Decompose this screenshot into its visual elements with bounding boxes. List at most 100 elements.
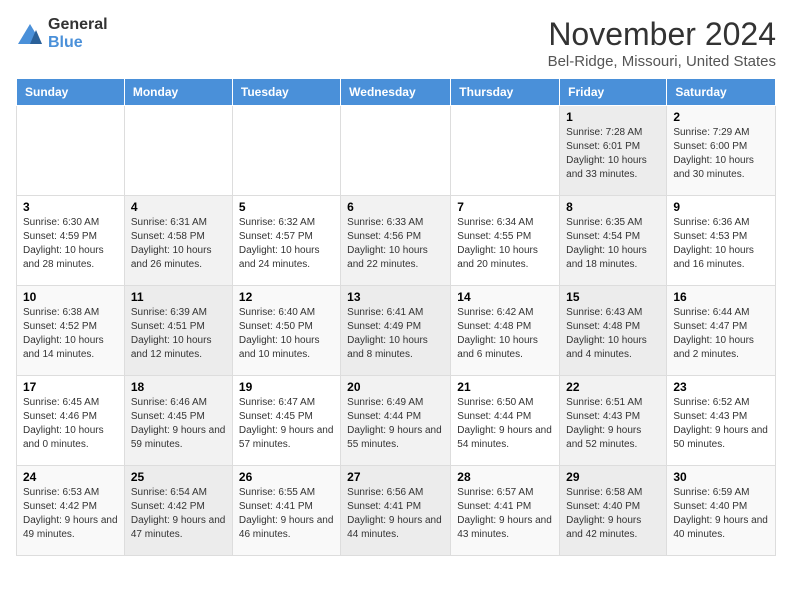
calendar-cell: 4 Sunrise: 6:31 AM Sunset: 4:58 PM Daylig… xyxy=(124,196,232,286)
day-number: 11 xyxy=(131,290,226,304)
day-number: 27 xyxy=(347,470,444,484)
cell-content: Sunrise: 6:51 AM Sunset: 4:43 PM Dayligh… xyxy=(566,396,660,452)
weekday-header-cell: Thursday xyxy=(451,79,560,106)
calendar-cell: 12 Sunrise: 6:40 AM Sunset: 4:50 PM Dayli… xyxy=(232,286,340,376)
calendar-table: SundayMondayTuesdayWednesdayThursdayFrid… xyxy=(16,78,776,556)
day-number: 19 xyxy=(239,380,334,394)
cell-content: Sunrise: 6:49 AM Sunset: 4:44 PM Dayligh… xyxy=(347,396,444,452)
calendar-cell: 8 Sunrise: 6:35 AM Sunset: 4:54 PM Daylig… xyxy=(560,196,667,286)
calendar-cell: 25 Sunrise: 6:54 AM Sunset: 4:42 PM Dayli… xyxy=(124,466,232,556)
cell-content: Sunrise: 6:55 AM Sunset: 4:41 PM Dayligh… xyxy=(239,486,334,542)
cell-content: Sunrise: 6:59 AM Sunset: 4:40 PM Dayligh… xyxy=(673,486,769,542)
cell-content: Sunrise: 6:53 AM Sunset: 4:42 PM Dayligh… xyxy=(23,486,118,542)
calendar-cell: 6 Sunrise: 6:33 AM Sunset: 4:56 PM Daylig… xyxy=(341,196,451,286)
cell-content: Sunrise: 6:45 AM Sunset: 4:46 PM Dayligh… xyxy=(23,396,118,452)
cell-content: Sunrise: 6:46 AM Sunset: 4:45 PM Dayligh… xyxy=(131,396,226,452)
cell-content: Sunrise: 6:41 AM Sunset: 4:49 PM Dayligh… xyxy=(347,306,444,362)
location-title: Bel-Ridge, Missouri, United States xyxy=(548,53,776,70)
day-number: 9 xyxy=(673,200,769,214)
calendar-cell: 14 Sunrise: 6:42 AM Sunset: 4:48 PM Dayli… xyxy=(451,286,560,376)
page-header: General Blue November 2024 Bel-Ridge, Mi… xyxy=(16,16,776,70)
cell-content: Sunrise: 6:52 AM Sunset: 4:43 PM Dayligh… xyxy=(673,396,769,452)
cell-content: Sunrise: 6:40 AM Sunset: 4:50 PM Dayligh… xyxy=(239,306,334,362)
weekday-header-cell: Monday xyxy=(124,79,232,106)
month-title: November 2024 xyxy=(548,16,776,53)
calendar-cell: 26 Sunrise: 6:55 AM Sunset: 4:41 PM Dayli… xyxy=(232,466,340,556)
calendar-cell: 13 Sunrise: 6:41 AM Sunset: 4:49 PM Dayli… xyxy=(341,286,451,376)
cell-content: Sunrise: 7:29 AM Sunset: 6:00 PM Dayligh… xyxy=(673,126,769,182)
day-number: 25 xyxy=(131,470,226,484)
weekday-header-cell: Sunday xyxy=(17,79,125,106)
calendar-cell: 10 Sunrise: 6:38 AM Sunset: 4:52 PM Dayli… xyxy=(17,286,125,376)
day-number: 8 xyxy=(566,200,660,214)
day-number: 24 xyxy=(23,470,118,484)
title-area: November 2024 Bel-Ridge, Missouri, Unite… xyxy=(548,16,776,70)
cell-content: Sunrise: 6:31 AM Sunset: 4:58 PM Dayligh… xyxy=(131,216,226,272)
calendar-cell: 7 Sunrise: 6:34 AM Sunset: 4:55 PM Daylig… xyxy=(451,196,560,286)
calendar-cell: 16Sunrise: 6:44 AM Sunset: 4:47 PM Dayli… xyxy=(667,286,776,376)
calendar-cell: 3Sunrise: 6:30 AM Sunset: 4:59 PM Daylig… xyxy=(17,196,125,286)
day-number: 17 xyxy=(23,380,118,394)
calendar-week-row: 24 Sunrise: 6:53 AM Sunset: 4:42 PM Dayli… xyxy=(17,466,776,556)
calendar-cell: 30 Sunrise: 6:59 AM Sunset: 4:40 PM Dayli… xyxy=(667,466,776,556)
cell-content: Sunrise: 6:58 AM Sunset: 4:40 PM Dayligh… xyxy=(566,486,660,542)
calendar-week-row: 3Sunrise: 6:30 AM Sunset: 4:59 PM Daylig… xyxy=(17,196,776,286)
calendar-cell: 17 Sunrise: 6:45 AM Sunset: 4:46 PM Dayli… xyxy=(17,376,125,466)
weekday-header-cell: Wednesday xyxy=(341,79,451,106)
day-number: 23 xyxy=(673,380,769,394)
cell-content: Sunrise: 6:33 AM Sunset: 4:56 PM Dayligh… xyxy=(347,216,444,272)
logo-general: General xyxy=(48,16,108,33)
day-number: 30 xyxy=(673,470,769,484)
day-number: 14 xyxy=(457,290,553,304)
day-number: 13 xyxy=(347,290,444,304)
cell-content: Sunrise: 6:35 AM Sunset: 4:54 PM Dayligh… xyxy=(566,216,660,272)
weekday-header-cell: Friday xyxy=(560,79,667,106)
cell-content: Sunrise: 6:34 AM Sunset: 4:55 PM Dayligh… xyxy=(457,216,553,272)
day-number: 16 xyxy=(673,290,769,304)
cell-content: Sunrise: 7:28 AM Sunset: 6:01 PM Dayligh… xyxy=(566,126,660,182)
cell-content: Sunrise: 6:32 AM Sunset: 4:57 PM Dayligh… xyxy=(239,216,334,272)
cell-content: Sunrise: 6:56 AM Sunset: 4:41 PM Dayligh… xyxy=(347,486,444,542)
calendar-cell xyxy=(341,106,451,196)
logo-blue: Blue xyxy=(48,34,83,51)
day-number: 26 xyxy=(239,470,334,484)
weekday-header-cell: Saturday xyxy=(667,79,776,106)
generalblue-logo-icon xyxy=(16,22,44,46)
day-number: 7 xyxy=(457,200,553,214)
calendar-cell: 1 Sunrise: 7:28 AM Sunset: 6:01 PM Daylig… xyxy=(560,106,667,196)
calendar-cell xyxy=(232,106,340,196)
day-number: 29 xyxy=(566,470,660,484)
logo: General Blue xyxy=(16,16,108,52)
cell-content: Sunrise: 6:54 AM Sunset: 4:42 PM Dayligh… xyxy=(131,486,226,542)
calendar-cell: 22Sunrise: 6:51 AM Sunset: 4:43 PM Dayli… xyxy=(560,376,667,466)
calendar-cell: 20 Sunrise: 6:49 AM Sunset: 4:44 PM Dayli… xyxy=(341,376,451,466)
cell-content: Sunrise: 6:47 AM Sunset: 4:45 PM Dayligh… xyxy=(239,396,334,452)
day-number: 2 xyxy=(673,110,769,124)
calendar-cell xyxy=(451,106,560,196)
cell-content: Sunrise: 6:50 AM Sunset: 4:44 PM Dayligh… xyxy=(457,396,553,452)
calendar-week-row: 1 Sunrise: 7:28 AM Sunset: 6:01 PM Daylig… xyxy=(17,106,776,196)
calendar-week-row: 17 Sunrise: 6:45 AM Sunset: 4:46 PM Dayli… xyxy=(17,376,776,466)
cell-content: Sunrise: 6:42 AM Sunset: 4:48 PM Dayligh… xyxy=(457,306,553,362)
calendar-cell: 15 Sunrise: 6:43 AM Sunset: 4:48 PM Dayli… xyxy=(560,286,667,376)
cell-content: Sunrise: 6:38 AM Sunset: 4:52 PM Dayligh… xyxy=(23,306,118,362)
day-number: 21 xyxy=(457,380,553,394)
calendar-week-row: 10 Sunrise: 6:38 AM Sunset: 4:52 PM Dayli… xyxy=(17,286,776,376)
day-number: 18 xyxy=(131,380,226,394)
day-number: 1 xyxy=(566,110,660,124)
cell-content: Sunrise: 6:43 AM Sunset: 4:48 PM Dayligh… xyxy=(566,306,660,362)
weekday-header-cell: Tuesday xyxy=(232,79,340,106)
day-number: 12 xyxy=(239,290,334,304)
day-number: 6 xyxy=(347,200,444,214)
calendar-cell: 23 Sunrise: 6:52 AM Sunset: 4:43 PM Dayli… xyxy=(667,376,776,466)
day-number: 15 xyxy=(566,290,660,304)
cell-content: Sunrise: 6:57 AM Sunset: 4:41 PM Dayligh… xyxy=(457,486,553,542)
day-number: 4 xyxy=(131,200,226,214)
day-number: 10 xyxy=(23,290,118,304)
calendar-cell: 24 Sunrise: 6:53 AM Sunset: 4:42 PM Dayli… xyxy=(17,466,125,556)
calendar-cell: 19 Sunrise: 6:47 AM Sunset: 4:45 PM Dayli… xyxy=(232,376,340,466)
day-number: 20 xyxy=(347,380,444,394)
day-number: 3 xyxy=(23,200,118,214)
day-number: 28 xyxy=(457,470,553,484)
day-number: 5 xyxy=(239,200,334,214)
